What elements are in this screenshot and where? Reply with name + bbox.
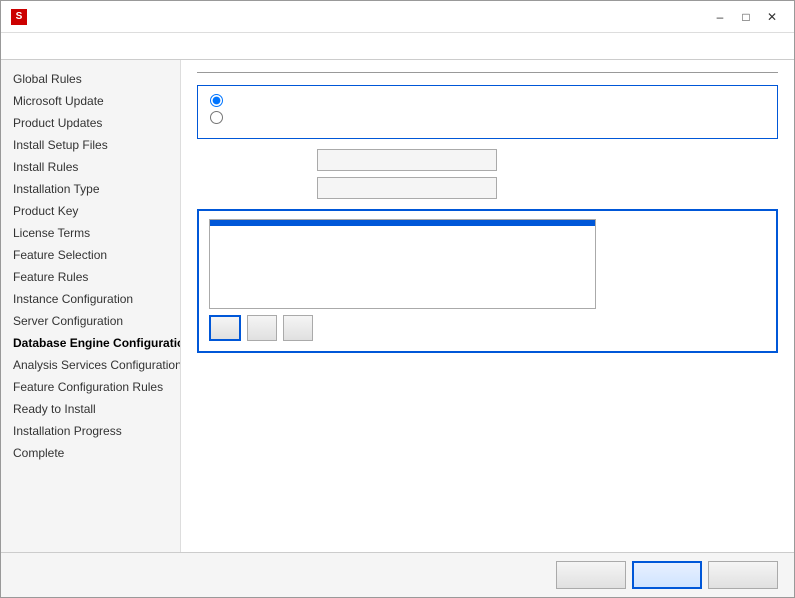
main-window: S – □ ✕ Global RulesMicrosoft UpdateProd…	[0, 0, 795, 598]
footer	[1, 552, 794, 597]
sidebar-item-install-setup-files[interactable]: Install Setup Files	[1, 134, 180, 156]
app-icon: S	[11, 9, 27, 25]
next-button[interactable]	[632, 561, 702, 589]
sidebar-item-complete[interactable]: Complete	[1, 442, 180, 464]
sidebar-item-feature-selection[interactable]: Feature Selection	[1, 244, 180, 266]
auth-mode-group	[197, 85, 778, 139]
sidebar-item-database-engine-configuration[interactable]: Database Engine Configuration	[1, 332, 180, 354]
sidebar-item-server-configuration[interactable]: Server Configuration	[1, 310, 180, 332]
close-button[interactable]: ✕	[760, 7, 784, 27]
add-button[interactable]	[247, 315, 277, 341]
cancel-button[interactable]	[708, 561, 778, 589]
title-bar-controls: – □ ✕	[708, 7, 784, 27]
enter-password-input[interactable]	[317, 149, 497, 171]
list-item[interactable]	[210, 220, 595, 226]
windows-auth-radio[interactable]	[210, 94, 223, 107]
sidebar-item-install-rules[interactable]: Install Rules	[1, 156, 180, 178]
admins-list[interactable]	[209, 219, 596, 309]
sidebar-item-analysis-services-configuration[interactable]: Analysis Services Configuration	[1, 354, 180, 376]
content-area: Global RulesMicrosoft UpdateProduct Upda…	[1, 60, 794, 552]
confirm-password-row	[197, 177, 778, 199]
sidebar-item-feature-configuration-rules[interactable]: Feature Configuration Rules	[1, 376, 180, 398]
sidebar-item-product-updates[interactable]: Product Updates	[1, 112, 180, 134]
tab-content	[197, 85, 778, 353]
back-button[interactable]	[556, 561, 626, 589]
minimize-button[interactable]: –	[708, 7, 732, 27]
add-current-user-button[interactable]	[209, 315, 241, 341]
admins-list-area	[209, 219, 596, 341]
mixed-auth-radio[interactable]	[210, 111, 223, 124]
mixed-auth-option[interactable]	[210, 111, 765, 124]
title-bar: S – □ ✕	[1, 1, 794, 33]
windows-auth-option[interactable]	[210, 94, 765, 107]
sidebar-item-license-terms[interactable]: License Terms	[1, 222, 180, 244]
admins-layout	[209, 219, 766, 341]
sidebar: Global RulesMicrosoft UpdateProduct Upda…	[1, 60, 181, 552]
sidebar-item-product-key[interactable]: Product Key	[1, 200, 180, 222]
confirm-password-input[interactable]	[317, 177, 497, 199]
sidebar-item-feature-rules[interactable]: Feature Rules	[1, 266, 180, 288]
admins-buttons	[209, 315, 596, 341]
sidebar-item-installation-type[interactable]: Installation Type	[1, 178, 180, 200]
main-panel	[181, 60, 794, 552]
tab-bar	[197, 72, 778, 73]
maximize-button[interactable]: □	[734, 7, 758, 27]
sidebar-item-instance-configuration[interactable]: Instance Configuration	[1, 288, 180, 310]
sidebar-item-installation-progress[interactable]: Installation Progress	[1, 420, 180, 442]
remove-button[interactable]	[283, 315, 313, 341]
sidebar-item-microsoft-update[interactable]: Microsoft Update	[1, 90, 180, 112]
admins-section	[197, 209, 778, 353]
page-header	[1, 33, 794, 60]
enter-password-row	[197, 149, 778, 171]
sidebar-item-global-rules[interactable]: Global Rules	[1, 68, 180, 90]
title-bar-left: S	[11, 9, 33, 25]
password-section	[197, 149, 778, 199]
sidebar-item-ready-to-install[interactable]: Ready to Install	[1, 398, 180, 420]
